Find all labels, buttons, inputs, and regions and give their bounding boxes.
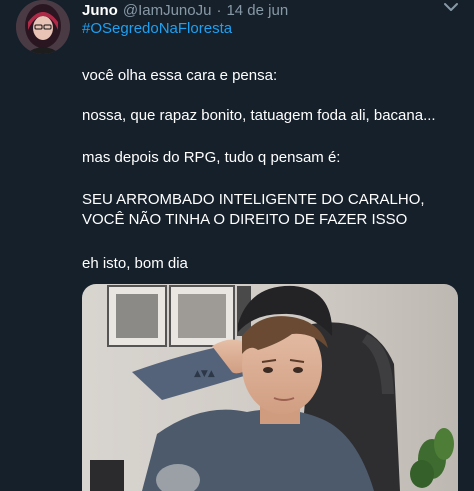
tweet-text-line: mas depois do RPG, tudo q pensam é: [82,149,341,166]
tweet-text-line: nossa, que rapaz bonito, tatuagem foda a… [82,107,436,124]
tweet-text-line: eh isto, bom dia [82,255,188,272]
avatar[interactable] [16,0,70,54]
author-handle[interactable]: @IamJunoJu [123,2,212,19]
hashtag-link[interactable]: #OSegredoNaFloresta [82,20,232,37]
author-name[interactable]: Juno [82,2,118,19]
tweet[interactable]: Juno @IamJunoJu · 14 de jun #OSegredoNaF… [0,0,474,491]
svg-text:▲▼▲: ▲▼▲ [194,369,215,379]
chevron-down-icon[interactable] [442,0,460,14]
avatar-image [16,0,70,54]
tweet-text-line: você olha essa cara e pensa: [82,67,278,84]
photo: ▲▼▲ [82,284,458,491]
separator: · [216,1,222,19]
tweet-header: Juno @IamJunoJu · 14 de jun [82,0,464,20]
tweet-date[interactable]: 14 de jun [226,2,288,19]
tweet-text-line: SEU ARROMBADO INTELIGENTE DO CARALHO, [82,191,425,208]
tweet-text-line: VOCÊ NÃO TINHA O DIREITO DE FAZER ISSO [82,211,408,228]
tweet-media-image[interactable]: ▲▼▲ [82,284,458,491]
